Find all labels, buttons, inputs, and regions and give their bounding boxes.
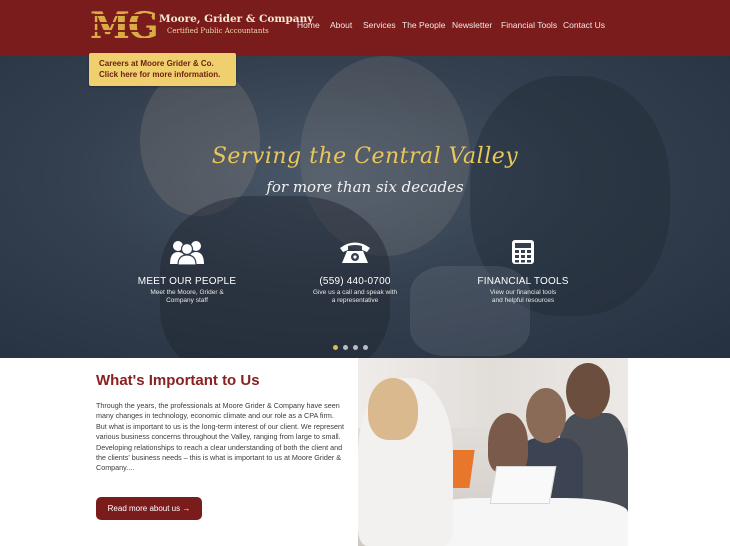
slider-dot[interactable] bbox=[353, 345, 358, 350]
feature-description-line: a representative bbox=[331, 297, 379, 304]
feature-title: (559) 440-0700 bbox=[319, 276, 391, 287]
people-icon bbox=[117, 238, 257, 266]
photo-person bbox=[368, 378, 418, 440]
photo-person bbox=[566, 363, 610, 419]
nav-financial-tools[interactable]: Financial Tools bbox=[501, 20, 557, 30]
section-body: Through the years, the professionals at … bbox=[96, 401, 344, 473]
feature-title: FINANCIAL TOOLS bbox=[477, 276, 569, 287]
feature-meet-our-people[interactable]: MEET OUR PEOPLE Meet the Moore, Grider &… bbox=[117, 238, 257, 305]
telephone-icon bbox=[285, 238, 425, 266]
hero-slider: Serving the Central Valley for more than… bbox=[0, 56, 730, 358]
feature-description: Give us a call and speak with a represen… bbox=[285, 289, 425, 305]
nav-newsletter[interactable]: Newsletter bbox=[452, 20, 492, 30]
feature-description-line: Company staff bbox=[166, 297, 208, 304]
read-more-button[interactable]: Read more about us → bbox=[96, 497, 202, 520]
slider-dot[interactable] bbox=[343, 345, 348, 350]
team-meeting-photo bbox=[358, 358, 628, 546]
calculator-icon bbox=[453, 238, 593, 266]
careers-banner[interactable]: Careers at Moore Grider & Co. Click here… bbox=[89, 53, 236, 86]
logo[interactable]: MG bbox=[90, 4, 159, 48]
careers-banner-line: Click here for more information. bbox=[99, 70, 221, 79]
hero-subtagline: for more than six decades bbox=[266, 178, 464, 196]
feature-description-line: View our financial tools bbox=[489, 289, 557, 296]
nav-about[interactable]: About bbox=[330, 20, 352, 30]
nav-services[interactable]: Services bbox=[363, 20, 396, 30]
feature-phone[interactable]: (559) 440-0700 Give us a call and speak … bbox=[285, 238, 425, 305]
section-title: What's Important to Us bbox=[96, 372, 260, 389]
feature-description: Meet the Moore, Grider & Company staff bbox=[117, 289, 257, 305]
site-header: MG Moore, Grider & Company Certified Pub… bbox=[0, 0, 730, 56]
feature-description-line: Give us a call and speak with bbox=[312, 289, 398, 296]
nav-contact-us[interactable]: Contact Us bbox=[563, 20, 605, 30]
feature-description-line: and helpful resources bbox=[491, 297, 555, 304]
feature-title: MEET OUR PEOPLE bbox=[137, 276, 237, 287]
slider-dot[interactable] bbox=[333, 345, 338, 350]
feature-description-line: Meet the Moore, Grider & bbox=[150, 289, 224, 296]
firm-name[interactable]: Moore, Grider & Company bbox=[159, 13, 313, 25]
hero-tagline: Serving the Central Valley bbox=[211, 144, 519, 169]
slider-dot[interactable] bbox=[363, 345, 368, 350]
careers-banner-line: Careers at Moore Grider & Co. bbox=[99, 59, 214, 68]
nav-home[interactable]: Home bbox=[297, 20, 320, 30]
nav-the-people[interactable]: The People bbox=[402, 20, 445, 30]
photo-laptop bbox=[489, 466, 557, 504]
feature-description: View our financial tools and helpful res… bbox=[453, 289, 593, 305]
hero-background-photo bbox=[0, 56, 730, 358]
feature-financial-tools[interactable]: FINANCIAL TOOLS View our financial tools… bbox=[453, 238, 593, 305]
slider-dots bbox=[333, 345, 368, 350]
logo-stripes bbox=[92, 8, 152, 46]
firm-subtitle: Certified Public Accountants bbox=[167, 27, 269, 35]
photo-person bbox=[526, 388, 566, 443]
photo-person bbox=[488, 413, 528, 473]
